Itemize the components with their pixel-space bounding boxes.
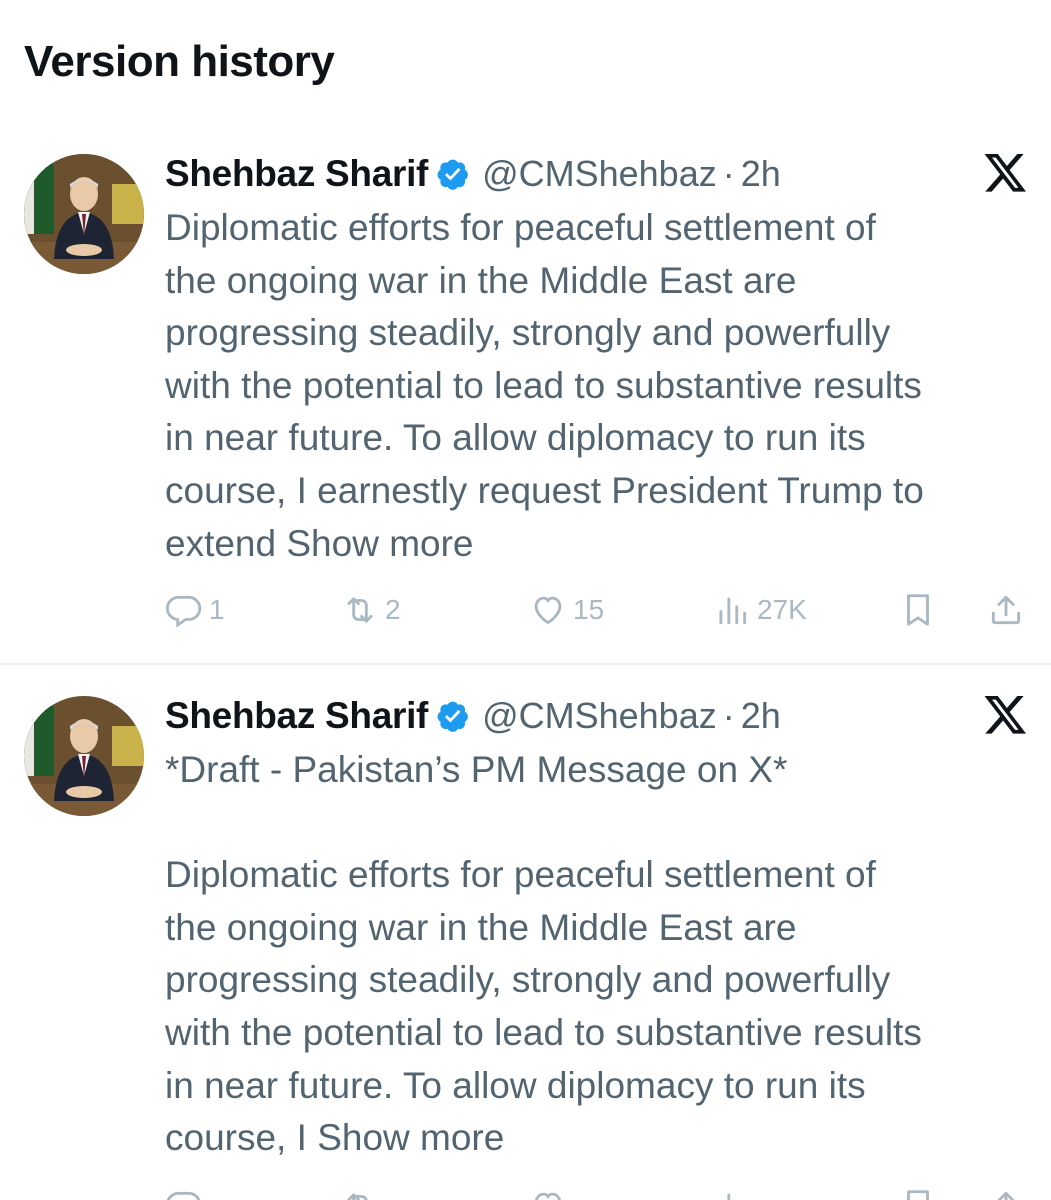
tweet-body: Diplomatic efforts for peaceful settleme… [165,207,924,564]
tweet-body: *Draft - Pakistan’s PM Message on X* Dip… [165,749,922,1159]
avatar[interactable] [24,696,144,816]
share-icon [987,591,1025,629]
like-button[interactable]: 15 [529,590,604,630]
views-button[interactable]: 27K [713,590,807,630]
tweet-header: Shehbaz Sharif @CMShehbaz · 2h [165,692,781,740]
separator-dot: · [722,695,735,736]
tweet-text: *Draft - Pakistan’s PM Message on X* Dip… [165,744,1040,1165]
show-more-link[interactable]: Show more [286,523,473,564]
divider [0,663,1051,665]
tweet-card[interactable]: Shehbaz Sharif @CMShehbaz · 2h Diplomati… [0,150,1051,665]
repost-icon [341,591,379,629]
tweet-header: Shehbaz Sharif @CMShehbaz · 2h [165,150,781,198]
reply-icon [165,591,203,629]
repost-icon [341,1187,379,1200]
tweet-actions: 1 2 15 27K [165,590,1035,630]
reply-count: 1 [209,594,225,625]
version-history-page: Version history Shehbaz Sharif @CMShehba… [0,0,1051,1200]
like-button[interactable] [529,1186,567,1200]
like-icon [529,1187,567,1200]
display-name[interactable]: Shehbaz Sharif [165,153,428,195]
share-button[interactable] [987,1186,1025,1200]
bookmark-button[interactable] [899,1186,937,1200]
views-icon [713,591,751,629]
tweet-text: Diplomatic efforts for peaceful settleme… [165,202,1040,570]
share-icon [987,1187,1025,1200]
views-count: 27K [757,594,807,625]
x-logo-icon [984,696,1028,736]
handle[interactable]: @CMShehbaz [482,695,717,737]
timestamp[interactable]: 2h [741,153,781,195]
like-icon [529,591,567,629]
reply-button[interactable] [165,1186,203,1200]
handle[interactable]: @CMShehbaz [482,153,717,195]
display-name[interactable]: Shehbaz Sharif [165,695,428,737]
like-count: 15 [573,594,605,625]
repost-button[interactable]: 2 [341,590,401,630]
reply-icon [165,1187,203,1200]
timestamp[interactable]: 2h [741,695,781,737]
show-more-link[interactable]: Show more [317,1117,504,1158]
verified-badge-icon [436,157,470,191]
verified-badge-icon [436,699,470,733]
bookmark-icon [899,591,937,629]
avatar[interactable] [24,154,144,274]
views-icon [713,1187,751,1200]
tweet-actions [165,1186,1035,1200]
tweet-card[interactable]: Shehbaz Sharif @CMShehbaz · 2h *Draft - … [0,692,1051,1200]
separator-dot: · [722,153,735,194]
views-button[interactable] [713,1186,751,1200]
reply-button[interactable]: 1 [165,590,225,630]
bookmark-icon [899,1187,937,1200]
repost-count: 2 [385,594,401,625]
x-logo-icon [984,154,1028,194]
repost-button[interactable] [341,1186,379,1200]
page-title: Version history [24,37,335,86]
share-button[interactable] [987,590,1025,630]
bookmark-button[interactable] [899,590,937,630]
